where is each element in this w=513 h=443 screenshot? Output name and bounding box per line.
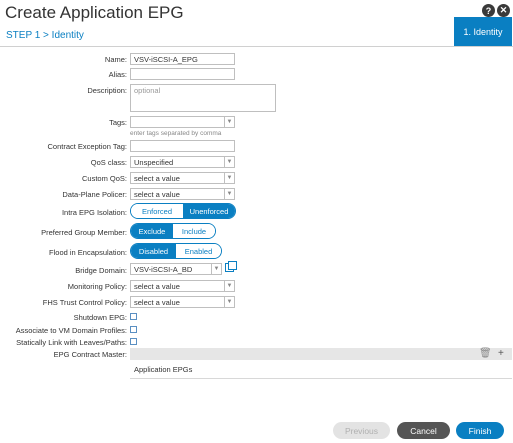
data-plane-policer-label: Data-Plane Policer: — [62, 190, 127, 199]
step-indicator[interactable]: 1. Identity — [454, 17, 512, 46]
cancel-button[interactable]: Cancel — [397, 422, 450, 439]
monitoring-policy-label: Monitoring Policy: — [67, 282, 127, 291]
flood-in-encapsulation-toggle[interactable]: Disabled Enabled — [130, 243, 222, 259]
fhs-trust-control-policy-label: FHS Trust Control Policy: — [42, 298, 127, 307]
dialog-header: Create Application EPG STEP 1 > Identity… — [0, 0, 513, 50]
shutdown-epg-label: Shutdown EPG: — [73, 313, 127, 322]
shutdown-epg-checkbox[interactable] — [130, 313, 137, 320]
monitoring-policy-select[interactable]: select a value ▼ — [130, 280, 235, 292]
bridge-domain-label: Bridge Domain: — [75, 266, 127, 275]
custom-qos-label: Custom QoS: — [81, 174, 127, 183]
bridge-domain-select[interactable]: VSV-iSCSI-A_BD ▼ — [130, 263, 222, 275]
help-icon[interactable]: ? — [482, 4, 495, 17]
qos-class-label: QoS class: — [90, 158, 127, 167]
plus-icon[interactable]: + — [498, 348, 504, 360]
preferred-group-member-label: Preferred Group Member: — [41, 228, 127, 237]
alias-label: Alias: — [108, 70, 127, 79]
alias-input[interactable] — [130, 68, 235, 80]
contract-exception-tag-label: Contract Exception Tag: — [47, 142, 128, 151]
qos-class-value: Unspecified — [134, 158, 174, 167]
chevron-down-icon[interactable]: ▼ — [211, 264, 221, 274]
enforced-option[interactable]: Enforced — [131, 204, 183, 218]
custom-qos-value: select a value — [134, 174, 180, 183]
name-input[interactable]: VSV-iSCSI-A_EPG — [130, 53, 235, 65]
flood-in-encapsulation-label: Flood in Encapsulation: — [49, 248, 127, 257]
description-input[interactable]: optional — [130, 84, 276, 112]
chevron-down-icon[interactable]: ▼ — [224, 173, 234, 183]
finish-button[interactable]: Finish — [456, 422, 504, 439]
tags-label: Tags: — [109, 118, 127, 127]
header-divider — [0, 46, 513, 47]
name-label: Name: — [104, 55, 127, 64]
chevron-down-icon[interactable]: ▼ — [224, 189, 234, 199]
disabled-option[interactable]: Disabled — [131, 244, 176, 258]
qos-class-select[interactable]: Unspecified ▼ — [130, 156, 235, 168]
description-label: Description: — [87, 86, 127, 95]
bridge-domain-value: VSV-iSCSI-A_BD — [134, 265, 193, 274]
static-link-label: Statically Link with Leaves/Paths: — [16, 338, 127, 347]
data-plane-policer-select[interactable]: select a value ▼ — [130, 188, 235, 200]
contract-master-column-header: Application EPGs — [130, 360, 512, 379]
dialog-title: Create Application EPG — [5, 3, 184, 22]
monitoring-policy-value: select a value — [134, 282, 180, 291]
associate-vm-domain-checkbox[interactable] — [130, 326, 137, 333]
chevron-down-icon[interactable]: ▼ — [224, 297, 234, 307]
contract-exception-tag-input[interactable] — [130, 140, 235, 152]
data-plane-policer-value: select a value — [134, 190, 180, 199]
preferred-group-member-toggle[interactable]: Exclude Include — [130, 223, 216, 239]
step-breadcrumb: STEP 1 > Identity — [6, 30, 84, 41]
open-external-icon[interactable] — [225, 261, 237, 272]
contract-master-toolbar: 🗑 + — [130, 348, 512, 360]
chevron-down-icon[interactable]: ▼ — [224, 281, 234, 291]
intra-epg-isolation-label: Intra EPG Isolation: — [61, 208, 127, 217]
enabled-option[interactable]: Enabled — [176, 244, 221, 258]
tags-input[interactable]: ▼ — [130, 116, 235, 128]
include-option[interactable]: Include — [173, 224, 215, 238]
chevron-down-icon[interactable]: ▼ — [224, 157, 234, 167]
epg-contract-master-label: EPG Contract Master: — [53, 350, 127, 359]
intra-epg-isolation-toggle[interactable]: Enforced Unenforced — [130, 203, 236, 219]
chevron-down-icon[interactable]: ▼ — [224, 117, 234, 127]
fhs-trust-control-policy-select[interactable]: select a value ▼ — [130, 296, 235, 308]
previous-button[interactable]: Previous — [333, 422, 390, 439]
unenforced-option[interactable]: Unenforced — [183, 204, 235, 218]
associate-vm-domain-label: Associate to VM Domain Profiles: — [15, 326, 127, 335]
exclude-option[interactable]: Exclude — [131, 224, 173, 238]
static-link-checkbox[interactable] — [130, 338, 137, 345]
close-icon[interactable]: ✕ — [497, 4, 510, 17]
custom-qos-select[interactable]: select a value ▼ — [130, 172, 235, 184]
fhs-trust-control-policy-value: select a value — [134, 298, 180, 307]
tags-hint: enter tags separated by comma — [130, 130, 222, 137]
trash-icon[interactable]: 🗑 — [479, 348, 492, 360]
